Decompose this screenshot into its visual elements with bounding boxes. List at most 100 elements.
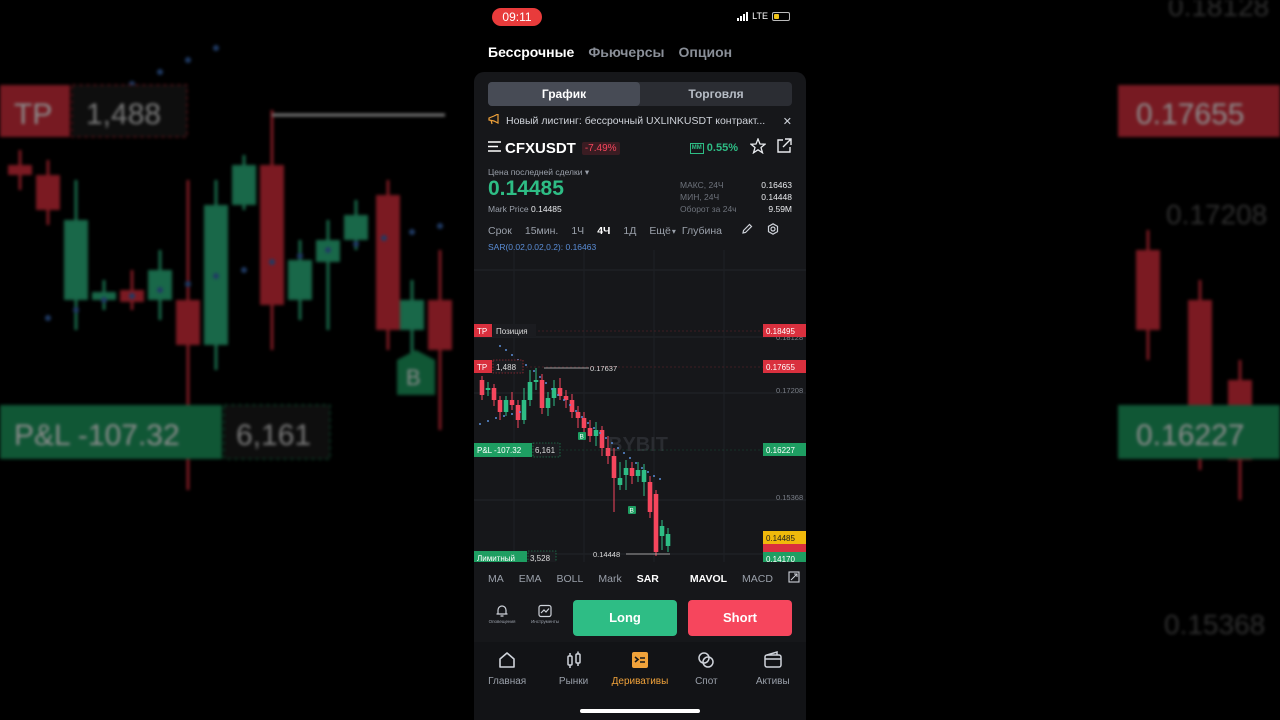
position-label: Позиция (496, 327, 528, 336)
bg-sar-dot (157, 287, 163, 293)
stat-high-value: 0.16463 (761, 180, 792, 190)
bg-candle-body (288, 260, 312, 300)
candle-body (533, 380, 539, 382)
sar-dot (545, 382, 547, 384)
timeframe-4h[interactable]: 4Ч (597, 225, 610, 237)
listing-notice[interactable]: Новый листинг: бессрочный UXLINKUSDT кон… (488, 113, 792, 128)
alerts-button[interactable]: Оповещения (487, 604, 517, 624)
indicator-sar[interactable]: SAR (637, 573, 659, 585)
candle-body (491, 388, 497, 400)
battery-icon (772, 11, 790, 21)
mark-price-label: Mark Price (488, 204, 529, 214)
short-button[interactable]: Short (688, 600, 792, 636)
timeframe-1d[interactable]: 1Д (623, 225, 636, 237)
bg-price-5: 0.15368 (1164, 609, 1265, 640)
timeframe-15m[interactable]: 15мин. (525, 225, 558, 237)
clock: 09:11 (492, 8, 542, 26)
candle-body (569, 400, 575, 412)
candle-body (665, 534, 671, 546)
sar-dot (605, 437, 607, 439)
menu-icon[interactable] (488, 139, 501, 157)
indicator-ma[interactable]: MA (488, 573, 504, 585)
bg-candle-body (400, 300, 424, 330)
bg-candle-body (64, 220, 88, 300)
mm-value: 0.55% (706, 142, 738, 154)
tools-button[interactable]: Инструменты (530, 604, 560, 624)
derivatives-icon (631, 652, 648, 668)
mm-rate[interactable]: MM 0.55% (689, 142, 738, 154)
sar-dot (641, 467, 643, 469)
indicator-boll[interactable]: BOLL (557, 573, 584, 585)
phone-screen: 09:11 LTE Бессрочные Фьючерсы Опцион Гра… (474, 0, 806, 720)
candle-body (623, 468, 629, 475)
candle-body (539, 380, 545, 408)
bg-pnl-label: P&L -107.32 (14, 419, 180, 452)
candle-body (653, 494, 659, 552)
candle-body (641, 470, 647, 482)
bg-candle-body (36, 175, 60, 210)
timeframe-more[interactable]: Ещё▾ (649, 225, 676, 237)
settings-icon[interactable] (767, 223, 779, 238)
bg-sar-dot (241, 267, 247, 273)
bg-tp-qty: 1,488 (86, 98, 161, 131)
price-tag-value: 0.16227 (766, 446, 795, 455)
bg-candle-body (1188, 300, 1212, 420)
indicator-ema[interactable]: EMA (519, 573, 542, 585)
tab-trade[interactable]: Торговля (640, 82, 792, 106)
bg-price-4: 0.16227 (1136, 419, 1244, 452)
pnl-qty: 6,161 (535, 446, 556, 455)
nav-home[interactable]: Главная (477, 650, 537, 720)
pencil-icon[interactable] (741, 223, 753, 238)
candle-body (647, 482, 653, 512)
candle-body (545, 398, 551, 408)
price-tag-hidden (763, 544, 806, 552)
bg-sar-dot (185, 57, 191, 63)
wallet-icon (764, 650, 782, 668)
sar-dot (563, 399, 565, 401)
bg-candle-body (428, 300, 452, 350)
bg-sar-dot (213, 273, 219, 279)
nav-assets[interactable]: Активы (743, 650, 803, 720)
indicator-bar: MA EMA BOLL Mark SAR MAVOL MACD (488, 571, 800, 586)
candle-body (497, 400, 503, 412)
share-icon[interactable] (776, 137, 792, 159)
bg-buy-marker: B (406, 365, 421, 390)
bg-sar-dot (157, 69, 163, 75)
candle-body (629, 468, 635, 476)
indicator-mavol[interactable]: MAVOL (690, 573, 727, 585)
star-icon[interactable] (749, 136, 767, 159)
sar-dot (575, 410, 577, 412)
depth-tab[interactable]: Глубина (682, 225, 722, 237)
tab-options[interactable]: Опцион (679, 44, 733, 60)
candle-body (593, 430, 599, 436)
indicator-mark[interactable]: Mark (598, 573, 621, 585)
candle-body (503, 400, 509, 412)
long-button[interactable]: Long (573, 600, 677, 636)
timeframe-bar: Срок 15мин. 1Ч 4Ч 1Д Ещё▾ Глубина (488, 223, 792, 238)
timeframe-more-label: Ещё (649, 224, 671, 237)
timeframe-term[interactable]: Срок (488, 225, 512, 237)
bg-price-2: 0.17655 (1136, 98, 1244, 131)
price-tag-value: 0.17655 (766, 363, 795, 372)
indicator-macd[interactable]: MACD (742, 573, 773, 585)
stats-24h: МАКС, 24Ч 0.16463 МИН, 24Ч 0.14448 Оборот … (680, 179, 792, 215)
tab-perpetual[interactable]: Бессрочные (488, 44, 574, 60)
bg-sar-dot (353, 241, 359, 247)
timeframe-1h[interactable]: 1Ч (571, 225, 584, 237)
pair-symbol[interactable]: CFXUSDT (505, 140, 576, 157)
price-axis-tick: 0.17208 (776, 386, 803, 395)
close-icon[interactable]: ✕ (783, 115, 792, 128)
mark-price-value: 0.14485 (531, 204, 562, 214)
candle-body (581, 418, 587, 428)
sar-dot (519, 411, 521, 413)
sar-dot (525, 364, 527, 366)
bg-price-1: 0.18128 (1168, 0, 1269, 22)
price-chart[interactable]: 0.181280.172080.15368 BYBIT 0.176370.144… (474, 250, 806, 562)
home-indicator (580, 709, 700, 713)
sar-dot (587, 422, 589, 424)
price-tag-value: 0.14170 (766, 555, 795, 562)
tab-futures[interactable]: Фьючерсы (588, 44, 664, 60)
tab-chart[interactable]: График (488, 82, 640, 106)
stat-low-value: 0.14448 (761, 192, 792, 202)
fullscreen-icon[interactable] (788, 571, 800, 586)
